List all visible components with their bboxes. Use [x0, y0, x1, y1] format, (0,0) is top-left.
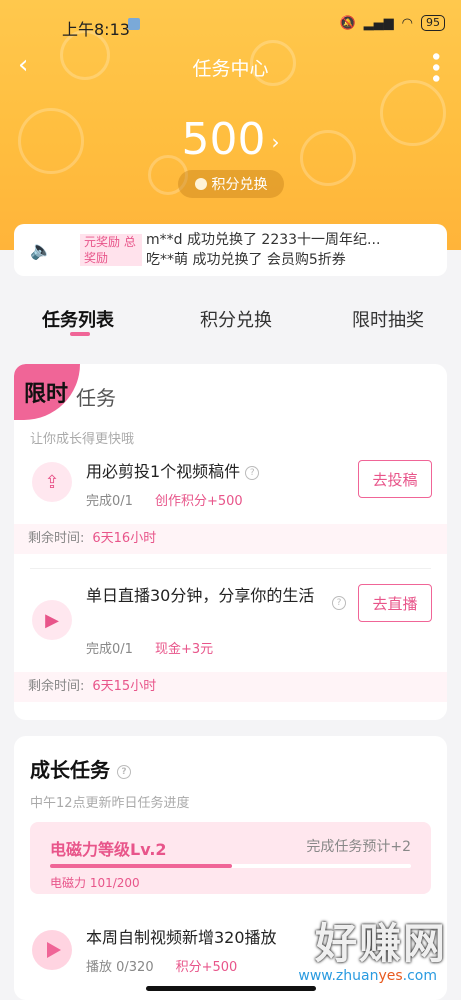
limited-subtitle: 让你成长得更快哦: [30, 432, 135, 447]
help-icon[interactable]: ?: [332, 596, 346, 610]
limited-task-card: 限时 任务 让你成长得更快哦 ⇪ 用必剪投1个视频稿件 ? 完成0/1 创作积分+…: [14, 364, 447, 720]
points-display[interactable]: 500 ›: [0, 112, 461, 170]
signal-icon: ▂▄▆: [363, 15, 394, 31]
notice-line: m**d 成功兑换了 2233十一周年纪...: [146, 232, 381, 248]
tab-bar: 任务列表 积分兑换 限时抽奖: [0, 286, 461, 352]
notice-ticker: 🔈 元奖励 总奖励 m**d 成功兑换了 2233十一周年纪... 吃**萌 成…: [14, 224, 447, 276]
divider: [30, 568, 431, 569]
upload-icon: ⇪: [32, 462, 72, 502]
task-reward: 创作积分+500: [154, 494, 243, 509]
help-icon[interactable]: ?: [116, 764, 131, 779]
status-icons: 🔕 ▂▄▆ ◠ 95: [339, 15, 445, 31]
notice-text: m**d 成功兑换了 2233十一周年纪... 吃**萌 成功兑换了 会员购5折…: [146, 230, 436, 270]
level-progress-fill: [50, 864, 233, 868]
level-name: 电磁力等级Lv.2: [50, 840, 167, 859]
wifi-icon: ◠: [401, 15, 413, 31]
go-submit-button[interactable]: 去投稿: [358, 460, 432, 498]
redeem-label: 积分兑换: [211, 177, 268, 193]
task-reward: 现金+3元: [154, 642, 214, 657]
remaining-time: 剩余时间: 6天16小时: [14, 524, 447, 554]
speaker-icon: 🔈: [30, 240, 53, 261]
watermark-url-part: .com: [402, 968, 437, 984]
notice-badge: 元奖励 总奖励: [80, 234, 142, 266]
page-title: 任务中心: [192, 58, 269, 80]
watermark-url: www.zhuanyes.com: [298, 968, 437, 984]
growth-subtitle: 中午12点更新昨日任务进度: [30, 796, 190, 811]
limited-tag: 限时: [14, 364, 80, 420]
remain-value: 6天15小时: [92, 679, 157, 694]
tab-points-exchange[interactable]: 积分兑换: [200, 306, 272, 332]
top-bar: ‹ 任务中心 •••: [0, 48, 461, 84]
remain-label: 剩余时间:: [28, 531, 85, 546]
notice-line: 吃**萌 成功兑换了 会员购5折券: [146, 252, 346, 268]
task-name: 本周自制视频新增320播放: [86, 928, 277, 947]
play-icon: [32, 930, 72, 970]
task-progress-text: 播放 0/320: [86, 960, 154, 975]
growth-title: 成长任务 ?: [30, 754, 131, 783]
task-name: 单日直播30分钟，分享你的生活: [86, 586, 315, 605]
go-live-button[interactable]: 去直播: [358, 584, 432, 622]
mute-icon: 🔕: [339, 15, 356, 31]
watermark-url-part: www.zhuan: [298, 968, 379, 984]
points-value: 500: [181, 114, 266, 165]
chevron-right-icon: ›: [271, 130, 280, 154]
level-value: 电磁力 101/200: [50, 876, 140, 890]
task-name: 用必剪投1个视频稿件 ?: [86, 460, 260, 484]
task-progress: 完成0/1 创作积分+500: [86, 490, 243, 509]
live-video-icon: ▶: [32, 600, 72, 640]
app-notification-icon: [128, 18, 140, 30]
level-box: 电磁力等级Lv.2 完成任务预计+2 电磁力 101/200: [30, 822, 431, 894]
status-bar: 上午8:13 🔕 ▂▄▆ ◠ 95: [0, 12, 461, 39]
remain-label: 剩余时间:: [28, 679, 85, 694]
level-hint: 完成任务预计+2: [306, 839, 411, 855]
task-progress: 播放 0/320 积分+500: [86, 956, 237, 975]
limited-title: 任务: [76, 386, 116, 410]
remaining-time: 剩余时间: 6天15小时: [14, 672, 447, 702]
tab-limited-lottery[interactable]: 限时抽奖: [352, 306, 424, 332]
remain-value: 6天16小时: [92, 531, 157, 546]
redeem-points-button[interactable]: 积分兑换: [178, 170, 284, 198]
task-progress-text: 完成0/1: [86, 494, 133, 509]
level-progress-bar: [50, 864, 411, 868]
active-tab-indicator: [70, 332, 90, 336]
task-name-text: 用必剪投1个视频稿件: [86, 462, 241, 481]
task-reward: 积分+500: [175, 960, 238, 975]
home-indicator[interactable]: [146, 986, 316, 991]
battery-icon: 95: [421, 15, 445, 31]
watermark-logo: 好赚网: [314, 919, 447, 968]
help-icon[interactable]: ?: [245, 465, 260, 480]
growth-title-text: 成长任务: [30, 758, 110, 782]
task-progress-text: 完成0/1: [86, 642, 133, 657]
task-progress: 完成0/1 现金+3元: [86, 638, 213, 657]
status-time: 上午8:13: [62, 20, 130, 39]
coin-icon: [194, 178, 207, 190]
tab-task-list[interactable]: 任务列表: [42, 306, 114, 332]
more-menu-icon[interactable]: •••: [422, 50, 447, 83]
watermark-url-part: yes: [378, 968, 403, 984]
